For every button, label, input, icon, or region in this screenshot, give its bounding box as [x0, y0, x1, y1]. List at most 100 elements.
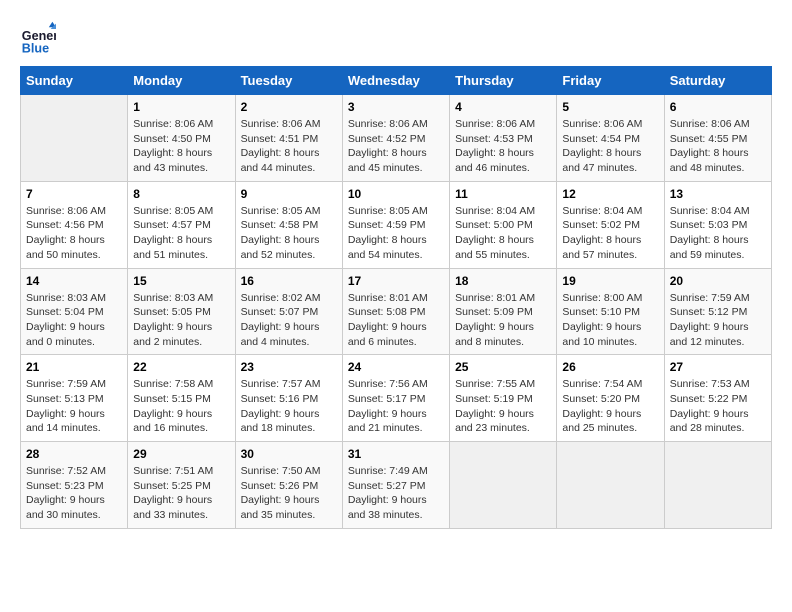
day-number: 7 — [26, 187, 122, 201]
day-number: 6 — [670, 100, 766, 114]
day-info: Sunrise: 8:01 AMSunset: 5:09 PMDaylight:… — [455, 291, 551, 350]
day-number: 9 — [241, 187, 337, 201]
day-number: 30 — [241, 447, 337, 461]
day-header-monday: Monday — [128, 67, 235, 95]
day-info: Sunrise: 7:51 AMSunset: 5:25 PMDaylight:… — [133, 464, 229, 523]
calendar-cell: 19 Sunrise: 8:00 AMSunset: 5:10 PMDayligh… — [557, 268, 664, 355]
calendar-cell: 30 Sunrise: 7:50 AMSunset: 5:26 PMDayligh… — [235, 442, 342, 529]
day-info: Sunrise: 8:05 AMSunset: 4:58 PMDaylight:… — [241, 204, 337, 263]
day-info: Sunrise: 7:52 AMSunset: 5:23 PMDaylight:… — [26, 464, 122, 523]
calendar-cell: 28 Sunrise: 7:52 AMSunset: 5:23 PMDayligh… — [21, 442, 128, 529]
calendar-cell: 7 Sunrise: 8:06 AMSunset: 4:56 PMDaylight… — [21, 181, 128, 268]
calendar-cell: 3Sunrise: 8:06 AMSunset: 4:52 PMDaylight… — [342, 95, 449, 182]
calendar-cell: 12 Sunrise: 8:04 AMSunset: 5:02 PMDayligh… — [557, 181, 664, 268]
day-number: 15 — [133, 274, 229, 288]
day-info: Sunrise: 8:03 AMSunset: 5:04 PMDaylight:… — [26, 291, 122, 350]
day-number: 17 — [348, 274, 444, 288]
day-number: 19 — [562, 274, 658, 288]
calendar-cell: 25Sunrise: 7:55 AMSunset: 5:19 PMDayligh… — [450, 355, 557, 442]
day-info: Sunrise: 8:06 AMSunset: 4:56 PMDaylight:… — [26, 204, 122, 263]
calendar-cell: 21 Sunrise: 7:59 AMSunset: 5:13 PMDayligh… — [21, 355, 128, 442]
day-number: 12 — [562, 187, 658, 201]
day-info: Sunrise: 7:50 AMSunset: 5:26 PMDaylight:… — [241, 464, 337, 523]
calendar-cell — [21, 95, 128, 182]
calendar-cell: 2 Sunrise: 8:06 AMSunset: 4:51 PMDaylight… — [235, 95, 342, 182]
day-number: 14 — [26, 274, 122, 288]
day-info: Sunrise: 8:01 AMSunset: 5:08 PMDaylight:… — [348, 291, 444, 350]
logo: General Blue — [20, 20, 56, 56]
day-number: 2 — [241, 100, 337, 114]
day-number: 16 — [241, 274, 337, 288]
day-info: Sunrise: 7:59 AMSunset: 5:13 PMDaylight:… — [26, 377, 122, 436]
calendar-cell — [450, 442, 557, 529]
day-header-sunday: Sunday — [21, 67, 128, 95]
day-info: Sunrise: 7:58 AMSunset: 5:15 PMDaylight:… — [133, 377, 229, 436]
calendar-cell: 10 Sunrise: 8:05 AMSunset: 4:59 PMDayligh… — [342, 181, 449, 268]
calendar-cell: 5 Sunrise: 8:06 AMSunset: 4:54 PMDaylight… — [557, 95, 664, 182]
calendar-table: SundayMondayTuesdayWednesdayThursdayFrid… — [20, 66, 772, 529]
calendar-cell: 1Sunrise: 8:06 AMSunset: 4:50 PMDaylight… — [128, 95, 235, 182]
week-row-4: 21 Sunrise: 7:59 AMSunset: 5:13 PMDayligh… — [21, 355, 772, 442]
day-info: Sunrise: 8:04 AMSunset: 5:02 PMDaylight:… — [562, 204, 658, 263]
day-number: 29 — [133, 447, 229, 461]
day-info: Sunrise: 8:06 AMSunset: 4:54 PMDaylight:… — [562, 117, 658, 176]
day-number: 28 — [26, 447, 122, 461]
calendar-cell: 31 Sunrise: 7:49 AMSunset: 5:27 PMDayligh… — [342, 442, 449, 529]
day-number: 24 — [348, 360, 444, 374]
day-number: 27 — [670, 360, 766, 374]
week-row-1: 1Sunrise: 8:06 AMSunset: 4:50 PMDaylight… — [21, 95, 772, 182]
calendar-cell: 4 Sunrise: 8:06 AMSunset: 4:53 PMDaylight… — [450, 95, 557, 182]
logo-icon: General Blue — [20, 20, 56, 56]
day-info: Sunrise: 8:06 AMSunset: 4:55 PMDaylight:… — [670, 117, 766, 176]
calendar-cell: 16 Sunrise: 8:02 AMSunset: 5:07 PMDayligh… — [235, 268, 342, 355]
calendar-cell: 26Sunrise: 7:54 AMSunset: 5:20 PMDayligh… — [557, 355, 664, 442]
day-number: 31 — [348, 447, 444, 461]
calendar-cell: 11 Sunrise: 8:04 AMSunset: 5:00 PMDayligh… — [450, 181, 557, 268]
header-row: SundayMondayTuesdayWednesdayThursdayFrid… — [21, 67, 772, 95]
day-number: 3 — [348, 100, 444, 114]
day-number: 11 — [455, 187, 551, 201]
day-number: 8 — [133, 187, 229, 201]
calendar-cell: 13Sunrise: 8:04 AMSunset: 5:03 PMDayligh… — [664, 181, 771, 268]
calendar-cell: 29 Sunrise: 7:51 AMSunset: 5:25 PMDayligh… — [128, 442, 235, 529]
day-info: Sunrise: 8:02 AMSunset: 5:07 PMDaylight:… — [241, 291, 337, 350]
day-header-saturday: Saturday — [664, 67, 771, 95]
calendar-cell: 27 Sunrise: 7:53 AMSunset: 5:22 PMDayligh… — [664, 355, 771, 442]
day-info: Sunrise: 8:06 AMSunset: 4:53 PMDaylight:… — [455, 117, 551, 176]
calendar-cell: 24 Sunrise: 7:56 AMSunset: 5:17 PMDayligh… — [342, 355, 449, 442]
day-number: 23 — [241, 360, 337, 374]
day-info: Sunrise: 7:53 AMSunset: 5:22 PMDaylight:… — [670, 377, 766, 436]
week-row-5: 28 Sunrise: 7:52 AMSunset: 5:23 PMDayligh… — [21, 442, 772, 529]
day-info: Sunrise: 7:56 AMSunset: 5:17 PMDaylight:… — [348, 377, 444, 436]
day-number: 4 — [455, 100, 551, 114]
day-header-tuesday: Tuesday — [235, 67, 342, 95]
week-row-2: 7 Sunrise: 8:06 AMSunset: 4:56 PMDaylight… — [21, 181, 772, 268]
calendar-cell: 20 Sunrise: 7:59 AMSunset: 5:12 PMDayligh… — [664, 268, 771, 355]
calendar-cell: 22 Sunrise: 7:58 AMSunset: 5:15 PMDayligh… — [128, 355, 235, 442]
day-number: 26 — [562, 360, 658, 374]
week-row-3: 14 Sunrise: 8:03 AMSunset: 5:04 PMDayligh… — [21, 268, 772, 355]
day-number: 20 — [670, 274, 766, 288]
calendar-cell — [664, 442, 771, 529]
day-number: 10 — [348, 187, 444, 201]
day-info: Sunrise: 8:06 AMSunset: 4:50 PMDaylight:… — [133, 117, 229, 176]
calendar-cell: 14 Sunrise: 8:03 AMSunset: 5:04 PMDayligh… — [21, 268, 128, 355]
day-info: Sunrise: 8:04 AMSunset: 5:03 PMDaylight:… — [670, 204, 766, 263]
day-info: Sunrise: 8:04 AMSunset: 5:00 PMDaylight:… — [455, 204, 551, 263]
day-info: Sunrise: 8:00 AMSunset: 5:10 PMDaylight:… — [562, 291, 658, 350]
day-info: Sunrise: 7:49 AMSunset: 5:27 PMDaylight:… — [348, 464, 444, 523]
day-info: Sunrise: 7:55 AMSunset: 5:19 PMDaylight:… — [455, 377, 551, 436]
day-number: 22 — [133, 360, 229, 374]
day-number: 21 — [26, 360, 122, 374]
calendar-cell: 8 Sunrise: 8:05 AMSunset: 4:57 PMDaylight… — [128, 181, 235, 268]
calendar-cell: 17 Sunrise: 8:01 AMSunset: 5:08 PMDayligh… — [342, 268, 449, 355]
day-number: 18 — [455, 274, 551, 288]
calendar-cell: 15Sunrise: 8:03 AMSunset: 5:05 PMDayligh… — [128, 268, 235, 355]
day-header-thursday: Thursday — [450, 67, 557, 95]
day-info: Sunrise: 8:05 AMSunset: 4:57 PMDaylight:… — [133, 204, 229, 263]
day-header-wednesday: Wednesday — [342, 67, 449, 95]
day-info: Sunrise: 8:06 AMSunset: 4:51 PMDaylight:… — [241, 117, 337, 176]
day-info: Sunrise: 8:05 AMSunset: 4:59 PMDaylight:… — [348, 204, 444, 263]
day-info: Sunrise: 7:59 AMSunset: 5:12 PMDaylight:… — [670, 291, 766, 350]
day-number: 5 — [562, 100, 658, 114]
